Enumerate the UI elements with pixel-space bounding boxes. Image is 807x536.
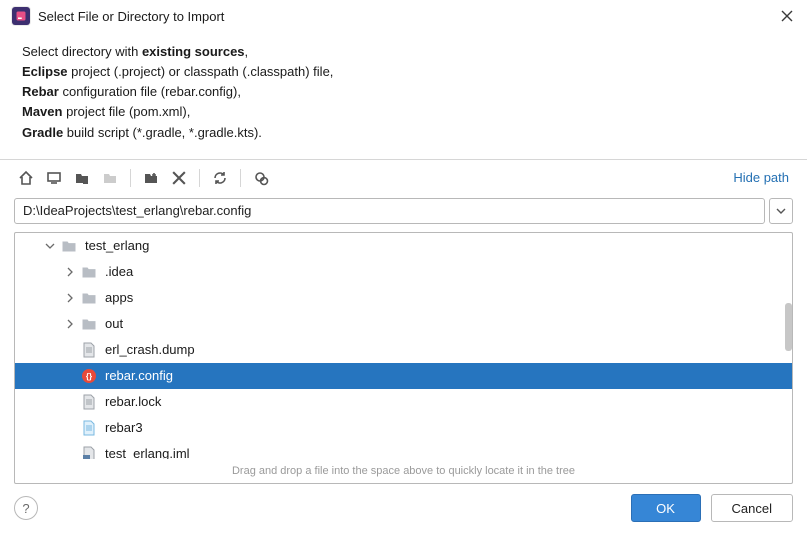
footer: ? OK Cancel [0, 484, 807, 536]
ok-button[interactable]: OK [631, 494, 701, 522]
folder-icon [61, 238, 77, 254]
file-tree[interactable]: test_erlang .idea apps out erl_crash.dump {} r… [15, 233, 792, 459]
project-icon[interactable] [70, 166, 94, 190]
toolbar-separator [240, 169, 241, 187]
path-row [0, 196, 807, 232]
instr-bold: Maven [22, 104, 62, 119]
desktop-icon[interactable] [42, 166, 66, 190]
file-icon [81, 342, 97, 358]
help-button[interactable]: ? [14, 496, 38, 520]
tree-row-rebar-lock[interactable]: rebar.lock [15, 389, 792, 415]
tree-item-label: apps [105, 290, 133, 305]
tree-item-label: rebar.config [105, 368, 173, 383]
tree-row-rebar3[interactable]: rebar3 [15, 415, 792, 441]
import-dialog: Select File or Directory to Import Selec… [0, 0, 807, 536]
app-icon [12, 7, 30, 25]
tree-item-label: erl_crash.dump [105, 342, 195, 357]
file-tree-container: test_erlang .idea apps out erl_crash.dump {} r… [14, 232, 793, 484]
show-hidden-icon[interactable] [249, 166, 273, 190]
new-folder-icon[interactable] [139, 166, 163, 190]
instr-text: project file (pom.xml), [62, 104, 190, 119]
delete-icon[interactable] [167, 166, 191, 190]
chevron-right-icon[interactable] [63, 291, 77, 305]
tree-row-out[interactable]: out [15, 311, 792, 337]
iml-icon [81, 446, 97, 459]
tree-item-label: .idea [105, 264, 133, 279]
instr-bold: Rebar [22, 84, 59, 99]
rebar-icon: {} [81, 368, 97, 384]
tree-row-rebar-config[interactable]: {} rebar.config [15, 363, 792, 389]
tree-item-label: out [105, 316, 123, 331]
chevron-right-icon[interactable] [63, 265, 77, 279]
folder-icon [81, 316, 97, 332]
refresh-icon[interactable] [208, 166, 232, 190]
cancel-button[interactable]: Cancel [711, 494, 793, 522]
toolbar-separator [130, 169, 131, 187]
tree-row-erl-crash-dump[interactable]: erl_crash.dump [15, 337, 792, 363]
tree-row-apps[interactable]: apps [15, 285, 792, 311]
chevron-right-icon[interactable] [63, 317, 77, 331]
toolbar: Hide path [0, 160, 807, 196]
tree-item-label: test_erlang.iml [105, 446, 190, 459]
tree-item-label: test_erlang [85, 238, 149, 253]
instr-bold: Eclipse [22, 64, 68, 79]
tree-row-test-erlang-iml[interactable]: test_erlang.iml [15, 441, 792, 459]
module-icon [98, 166, 122, 190]
drag-drop-hint: Drag and drop a file into the space abov… [15, 459, 792, 483]
instr-bold: Gradle [22, 125, 63, 140]
svg-text:{}: {} [86, 372, 92, 381]
hide-path-link[interactable]: Hide path [733, 170, 793, 185]
instr-text: build script (*.gradle, *.gradle.kts). [63, 125, 262, 140]
chevron-down-icon[interactable] [43, 239, 57, 253]
path-history-dropdown[interactable] [769, 198, 793, 224]
dialog-title: Select File or Directory to Import [38, 9, 224, 24]
home-icon[interactable] [14, 166, 38, 190]
file-icon [81, 394, 97, 410]
scrollbar[interactable] [785, 303, 792, 351]
instr-text: configuration file (rebar.config), [59, 84, 241, 99]
file-blue-icon [81, 420, 97, 436]
tree-item-label: rebar.lock [105, 394, 161, 409]
folder-icon [81, 290, 97, 306]
instr-text: project (.project) or classpath (.classp… [68, 64, 334, 79]
toolbar-separator [199, 169, 200, 187]
instructions: Select directory with existing sources, … [0, 34, 807, 159]
tree-row--idea[interactable]: .idea [15, 259, 792, 285]
instr-text: Select directory with [22, 44, 142, 59]
close-icon[interactable] [779, 8, 795, 24]
titlebar: Select File or Directory to Import [0, 0, 807, 34]
path-input[interactable] [14, 198, 765, 224]
tree-item-label: rebar3 [105, 420, 143, 435]
folder-icon [81, 264, 97, 280]
tree-row-test-erlang[interactable]: test_erlang [15, 233, 792, 259]
instr-text: , [245, 44, 249, 59]
instr-bold: existing sources [142, 44, 245, 59]
